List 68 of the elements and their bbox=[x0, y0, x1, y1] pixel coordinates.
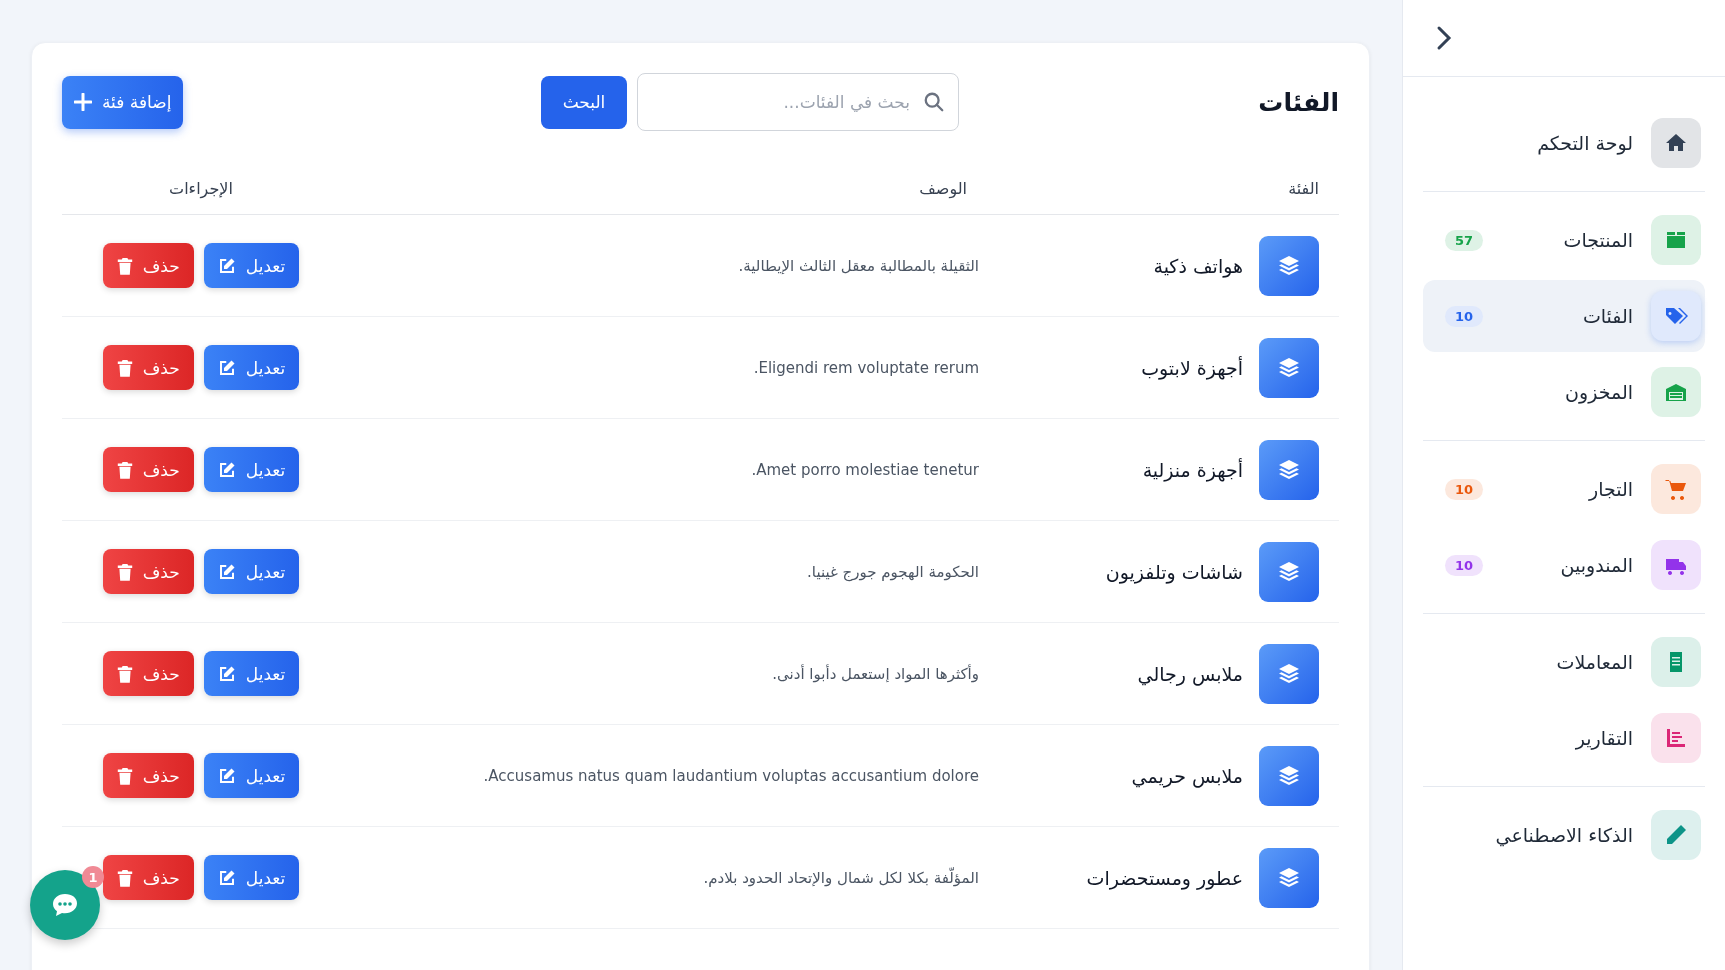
layers-icon bbox=[1277, 661, 1301, 686]
search-button[interactable]: البحث bbox=[541, 75, 627, 129]
category-name: ملابس رجالي bbox=[1137, 662, 1243, 685]
category-name: ملابس حريمي bbox=[1131, 764, 1243, 787]
edit-icon bbox=[217, 562, 236, 581]
sidebar-item[interactable]: التقارير bbox=[1423, 702, 1705, 774]
delete-button[interactable]: حذف bbox=[102, 753, 194, 798]
delete-button[interactable]: حذف bbox=[102, 447, 194, 492]
trash-icon bbox=[116, 256, 133, 275]
sidebar-item[interactable]: الذكاء الاصطناعي bbox=[1423, 799, 1705, 871]
delete-button[interactable]: حذف bbox=[102, 549, 194, 594]
category-name: أجهزة لابتوب bbox=[1141, 356, 1243, 379]
count-badge: 57 bbox=[1445, 229, 1484, 251]
search-field[interactable]: بحث في الفئات... bbox=[637, 73, 959, 131]
category-name: أجهزة منزلية bbox=[1142, 458, 1243, 481]
search-icon bbox=[923, 91, 945, 113]
edit-icon bbox=[217, 358, 236, 377]
edit-button[interactable]: تعديل bbox=[203, 549, 300, 594]
trash-icon bbox=[116, 358, 133, 377]
category-description: Accusamus natus quam laudantium voluptas accusantium dolore. bbox=[483, 766, 979, 785]
column-header: الإجراءات bbox=[62, 133, 340, 215]
delete-button[interactable]: حذف bbox=[102, 345, 194, 390]
trash-icon bbox=[116, 766, 133, 785]
page-title: الفئات bbox=[1257, 87, 1339, 117]
column-header: الوصف bbox=[340, 133, 987, 215]
sidebar-item[interactable]: لوحة التحكم bbox=[1423, 107, 1705, 179]
chat-bubble-icon bbox=[51, 892, 79, 918]
edit-button[interactable]: تعديل bbox=[203, 651, 300, 696]
layers-icon bbox=[1277, 865, 1301, 890]
edit-button[interactable]: تعديل bbox=[203, 243, 300, 288]
edit-button[interactable]: تعديل bbox=[203, 855, 300, 900]
plus-icon bbox=[74, 93, 92, 111]
category-description: وأكثرها المواد إستعمل دأبوا أدنى. bbox=[772, 664, 979, 683]
layers-icon bbox=[1277, 355, 1301, 380]
edit-button[interactable]: تعديل bbox=[203, 345, 300, 390]
category-name: عطور ومستحضرات bbox=[1086, 866, 1243, 889]
delete-button[interactable]: حذف bbox=[102, 855, 194, 900]
layers-icon bbox=[1277, 457, 1301, 482]
category-name: هواتف ذكية bbox=[1153, 254, 1243, 277]
count-badge: 10 bbox=[1445, 554, 1484, 576]
category-description: Eligendi rem voluptate rerum. bbox=[753, 358, 979, 377]
trash-icon bbox=[116, 460, 133, 479]
edit-icon bbox=[217, 868, 236, 887]
edit-button[interactable]: تعديل bbox=[203, 447, 300, 492]
sidebar-item[interactable]: المخزون bbox=[1423, 356, 1705, 428]
edit-icon bbox=[217, 766, 236, 785]
trash-icon bbox=[116, 664, 133, 683]
category-description: الثقيلة بالمطالبة معقل الثالث الإيطالية. bbox=[738, 256, 979, 275]
column-header: الفئة bbox=[987, 133, 1339, 215]
add-category-button[interactable]: إضافة فئة bbox=[62, 75, 184, 129]
layers-icon bbox=[1277, 559, 1301, 584]
category-description: Amet porro molestiae tenetur. bbox=[751, 460, 979, 479]
category-description: المؤلّفة بكلا لكل شمال والإتحاد الحدود بلادم. bbox=[703, 868, 979, 887]
sidebar-item[interactable]: المعاملات bbox=[1423, 626, 1705, 698]
category-description: الحكومة الهجوم جورج غينيا. bbox=[807, 562, 979, 581]
count-badge: 10 bbox=[1445, 478, 1484, 500]
count-badge: 10 bbox=[1445, 305, 1484, 327]
category-name: شاشات وتلفزيون bbox=[1105, 560, 1243, 583]
trash-icon bbox=[116, 868, 133, 887]
edit-button[interactable]: تعديل bbox=[203, 753, 300, 798]
edit-icon bbox=[217, 460, 236, 479]
layers-icon bbox=[1277, 253, 1301, 278]
edit-icon bbox=[217, 256, 236, 275]
layers-icon bbox=[1277, 763, 1301, 788]
delete-button[interactable]: حذف bbox=[102, 243, 194, 288]
trash-icon bbox=[116, 562, 133, 581]
edit-icon bbox=[217, 664, 236, 683]
delete-button[interactable]: حذف bbox=[102, 651, 194, 696]
